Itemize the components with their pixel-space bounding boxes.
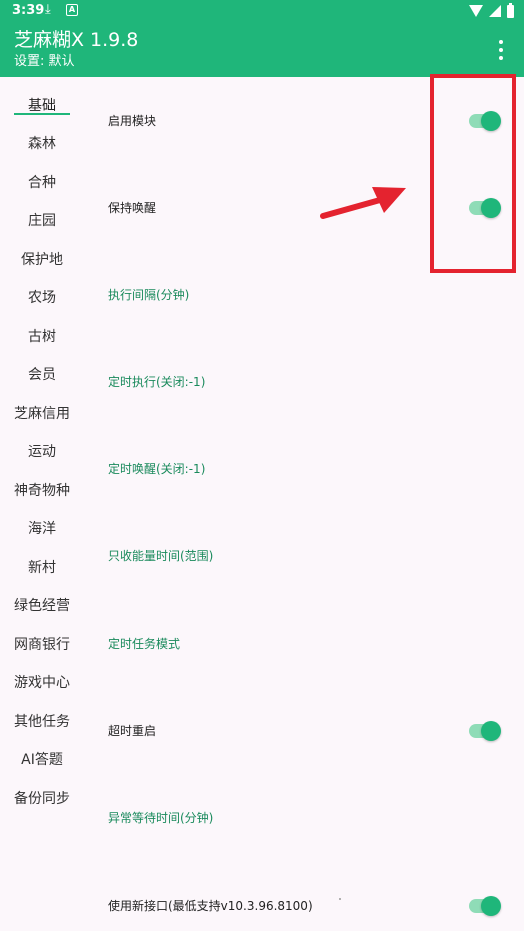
app-bar: 芝麻糊X 1.9.8 设置: 默认: [0, 22, 524, 77]
sidebar-item-member[interactable]: 会员: [0, 356, 84, 394]
sidebar-item-green-business[interactable]: 绿色经营: [0, 587, 84, 625]
setting-timeout-restart[interactable]: 超时重启: [108, 723, 156, 739]
sidebar-item-backup-sync[interactable]: 备份同步: [0, 780, 84, 818]
setting-keep-awake[interactable]: 保持唤醒: [108, 200, 156, 216]
setting-enable-module[interactable]: 启用模块: [108, 113, 156, 129]
status-icons: [469, 2, 514, 19]
active-tab-indicator: [14, 113, 70, 115]
signal-icon: [489, 5, 501, 17]
sidebar-item-farm[interactable]: 农场: [0, 279, 84, 317]
new-interface-toggle[interactable]: [469, 896, 501, 916]
sidebar-item-ai-quiz[interactable]: AI答题: [0, 741, 84, 779]
app-subtitle: 设置: 默认: [14, 54, 75, 69]
sidebar-item-game-center[interactable]: 游戏中心: [0, 664, 84, 702]
annotation-arrow: [320, 187, 406, 219]
sidebar-item-new-village[interactable]: 新村: [0, 549, 84, 587]
setting-scheduled-run[interactable]: 定时执行(关闭:-1): [108, 374, 205, 390]
timeout-restart-toggle[interactable]: [469, 721, 501, 741]
status-time: 3:39: [12, 3, 45, 18]
sidebar-item-mybank[interactable]: 网商银行: [0, 626, 84, 664]
sidebar-item-sesame-credit[interactable]: 芝麻信用: [0, 395, 84, 433]
setting-energy-only-time[interactable]: 只收能量时间(范围): [108, 548, 213, 564]
setting-new-interface[interactable]: 使用新接口(最低支持v10.3.96.8100): [108, 898, 313, 914]
annotation-highlight-box: [430, 74, 516, 273]
battery-icon: [507, 2, 514, 18]
sidebar-item-forest[interactable]: 森林: [0, 125, 84, 163]
status-bar: 3:39 ⤓ A: [0, 0, 524, 22]
setting-interval[interactable]: 执行间隔(分钟): [108, 287, 189, 303]
sidebar-item-cooperate[interactable]: 合种: [0, 164, 84, 202]
more-vert-icon[interactable]: [498, 40, 504, 60]
download-icon: ⤓: [45, 2, 51, 17]
sidebar-item-sport[interactable]: 运动: [0, 433, 84, 471]
app-title: 芝麻糊X 1.9.8: [14, 29, 139, 51]
sidebar-item-basic[interactable]: 基础: [0, 87, 84, 125]
setting-task-mode[interactable]: 定时任务模式: [108, 636, 180, 652]
sidebar-item-other-tasks[interactable]: 其他任务: [0, 703, 84, 741]
sidebar-item-ancient-tree[interactable]: 古树: [0, 318, 84, 356]
setting-scheduled-wake[interactable]: 定时唤醒(关闭:-1): [108, 461, 205, 477]
setting-error-wait-time[interactable]: 异常等待时间(分钟): [108, 810, 213, 826]
sidebar: 基础 森林 合种 庄园 保护地 农场 古树 会员 芝麻信用 运动 神奇物种 海洋…: [0, 77, 84, 931]
sidebar-item-reserve[interactable]: 保护地: [0, 241, 84, 279]
a-icon: A: [66, 4, 78, 16]
sidebar-item-ocean[interactable]: 海洋: [0, 510, 84, 548]
sidebar-item-magic-species[interactable]: 神奇物种: [0, 472, 84, 510]
sidebar-item-manor[interactable]: 庄园: [0, 202, 84, 240]
stray-dot: [339, 898, 341, 900]
wifi-icon: [469, 5, 483, 17]
